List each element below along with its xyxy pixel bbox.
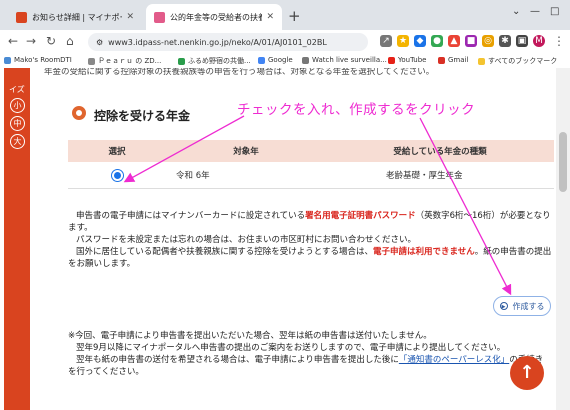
url-text: www3.idpass-net.nenkin.go.jp/neko/A/01/A… xyxy=(108,37,327,47)
password-help-paragraph: パスワードを未設定または忘れの場合は、お住まいの市区町村にお問い合わせください。 xyxy=(68,234,554,246)
header-year: 対象年 xyxy=(233,147,259,157)
google-icon xyxy=(258,56,265,64)
address-bar: ← → ↻ ⌂ ⚙ www3.idpass-net.nenkin.go.jp/n… xyxy=(0,30,570,54)
unavailable-highlight: 電子申請は利用できません xyxy=(373,247,475,257)
note-line: を行ってください。 xyxy=(68,367,144,377)
section-ring-icon xyxy=(72,106,86,120)
youtube-icon xyxy=(388,56,395,64)
url-field[interactable]: ⚙ www3.idpass-net.nenkin.go.jp/neko/A/01… xyxy=(88,33,368,51)
scrollbar[interactable] xyxy=(556,68,570,410)
bookmark-label: Watch live surveilla... xyxy=(312,56,387,64)
bookmark-item[interactable]: Ｐｅａｒｕ の ZD... xyxy=(88,56,161,66)
note-line: 翌年も紙の申告書の送付を希望される場合は、電子申請により申告書を提出した後に「通… xyxy=(68,354,554,366)
puzzle-icon[interactable]: ✱ xyxy=(499,35,511,47)
bookmarks-bar: Mako's RoomDTI Ｐｅａｒｕ の ZD... ふるめ野宿の共働...… xyxy=(0,54,570,69)
bookmark-favicon-icon xyxy=(302,56,309,64)
header-select: 選択 xyxy=(108,147,126,157)
bookmark-label: ふるめ野宿の共働... xyxy=(188,57,251,65)
bookmark-label: YouTube xyxy=(398,56,427,64)
site-info-icon[interactable]: ⚙ xyxy=(96,38,103,47)
home-icon[interactable]: ⌂ xyxy=(66,34,74,48)
extension-icon[interactable]: ◆ xyxy=(414,35,426,47)
extension-icon[interactable]: ● xyxy=(431,35,443,47)
chevron-down-icon[interactable]: ⌄ xyxy=(512,6,520,17)
forward-arrow-icon[interactable]: → xyxy=(26,34,36,48)
bookmark-item[interactable]: Google xyxy=(258,56,293,64)
bookmark-label: Mako's RoomDTI xyxy=(14,56,72,64)
extension-icon[interactable]: ■ xyxy=(465,35,477,47)
font-size-sidebar: イズ 小 中 大 xyxy=(4,68,30,410)
create-button-label: 作成する xyxy=(512,301,545,311)
back-arrow-icon[interactable]: ← xyxy=(8,34,18,48)
bookmark-item[interactable]: Watch live surveilla... xyxy=(302,56,387,64)
mynaportal-favicon-icon xyxy=(16,11,27,23)
bookmark-item[interactable]: ふるめ野宿の共働... xyxy=(178,56,251,66)
extension-icon[interactable]: ◎ xyxy=(482,35,494,47)
paperless-link[interactable]: 「通知書のペーパーレス化」 xyxy=(399,355,509,365)
note-text: 翌年も紙の申告書の送付を希望される場合は、電子申請により申告書を提出した後に xyxy=(76,355,399,365)
tab-title: お知らせ詳細 | マイナポータル xyxy=(32,12,122,22)
font-size-small-button[interactable]: 小 xyxy=(10,98,25,113)
sidebar-partial-label: イズ xyxy=(9,85,25,94)
font-size-large-button[interactable]: 大 xyxy=(10,134,25,149)
bookmark-label: Gmail xyxy=(448,56,469,64)
share-icon[interactable]: ↗ xyxy=(380,35,392,47)
section-title: 控除を受ける年金 xyxy=(94,109,191,123)
folder-icon xyxy=(478,57,485,65)
page-content: イズ 小 中 大 年金の受給に関する控除対象の扶養親族等の申告を行う場合は、対象… xyxy=(0,68,570,410)
avatar[interactable]: M xyxy=(533,35,545,47)
close-tab-icon[interactable]: ✕ xyxy=(266,12,274,22)
browser-tab-2-active[interactable]: 公的年金等の受給者の扶養親族等申告書 ✕ xyxy=(146,4,282,30)
bookmark-label: Ｐｅａｒｕ の ZD... xyxy=(98,57,162,65)
kebab-menu-icon[interactable]: ⋮ xyxy=(553,34,565,48)
bookmark-favicon-icon xyxy=(88,57,95,65)
annotation-text: チェックを入れ、作成するをクリック xyxy=(237,102,476,118)
scrollbar-thumb[interactable] xyxy=(559,132,567,192)
play-circle-icon: ▶ xyxy=(499,302,508,310)
bookmark-favicon-icon xyxy=(178,57,185,65)
para-text: 国外に居住している配偶者や扶養親族に関する控除を受けようとする場合は、 xyxy=(76,247,373,257)
create-button[interactable]: ▶ 作成する xyxy=(493,296,551,316)
reload-icon[interactable]: ↻ xyxy=(46,34,56,48)
maximize-icon[interactable]: □ xyxy=(550,6,559,17)
arrow-up-icon: ↑ xyxy=(519,362,535,383)
password-highlight: 署名用電子証明書パスワード xyxy=(305,211,416,221)
back-to-top-button[interactable]: ↑ xyxy=(510,356,544,390)
font-size-medium-button[interactable]: 中 xyxy=(10,116,25,131)
header-pension-type: 受給している年金の種類 xyxy=(393,147,487,157)
all-bookmarks[interactable]: すべてのブックマーク xyxy=(478,56,557,66)
note-line: 翌年9月以降にマイナポータルへ申告書の提出のご案内をお送りしますので、電子申請に… xyxy=(76,343,506,353)
browser-tab-1[interactable]: お知らせ詳細 | マイナポータル ✕ xyxy=(8,4,142,30)
close-tab-icon[interactable]: ✕ xyxy=(126,12,134,22)
year-cell: 令和 6年 xyxy=(176,171,210,181)
tab-title: 公的年金等の受給者の扶養親族等申告書 xyxy=(170,12,263,22)
overseas-paragraph: 国外に居住している配偶者や扶養親族に関する控除を受けようとする場合は、電子申請は… xyxy=(68,246,554,270)
para-text: パスワードを未設定または忘れの場合は、お住まいの市区町村にお問い合わせください。 xyxy=(76,235,417,245)
tab-bar: お知らせ詳細 | マイナポータル ✕ 公的年金等の受給者の扶養親族等申告書 ✕ … xyxy=(0,0,570,30)
top-partial-text: 年金の受給に関する控除対象の扶養親族等の申告を行う場合は、対象となる年金を選択し… xyxy=(44,68,435,77)
password-paragraph: 申告書の電子申請にはマイナンバーカードに設定されている署名用電子証明書パスワード… xyxy=(68,210,554,234)
bookmark-favicon-icon xyxy=(4,56,11,64)
nenkin-favicon-icon xyxy=(154,11,165,23)
minimize-icon[interactable]: — xyxy=(530,6,540,17)
para-text: 申告書の電子申請にはマイナンバーカードに設定されている xyxy=(76,211,306,221)
new-tab-button[interactable]: + xyxy=(288,7,301,25)
bookmark-item[interactable]: Mako's RoomDTI xyxy=(4,56,72,64)
pension-type-cell: 老齢基礎・厚生年金 xyxy=(386,171,463,181)
notes-section: ※今回、電子申請により申告書を提出いただいた場合、翌年は紙の申告書は送付いたしま… xyxy=(68,330,554,378)
pension-table: 選択 対象年 受給している年金の種類 令和 6年 老齢基礎・厚生年金 xyxy=(68,140,554,189)
bookmark-item[interactable]: YouTube xyxy=(388,56,426,64)
note-line: ※今回、電子申請により申告書を提出いただいた場合、翌年は紙の申告書は送付いたしま… xyxy=(68,331,432,341)
bookmark-label: Google xyxy=(268,56,293,64)
bookmark-label: すべてのブックマーク xyxy=(488,57,558,65)
table-row[interactable]: 令和 6年 老齢基礎・厚生年金 xyxy=(68,162,554,189)
extension-icon[interactable]: ▲ xyxy=(448,35,460,47)
gmail-icon xyxy=(438,56,445,64)
sidepanel-icon[interactable]: ▣ xyxy=(516,35,528,47)
select-radio-button[interactable] xyxy=(113,171,121,179)
table-header: 選択 対象年 受給している年金の種類 xyxy=(68,140,554,162)
bookmark-star-icon[interactable]: ★ xyxy=(397,35,409,47)
bookmark-item[interactable]: Gmail xyxy=(438,56,468,64)
